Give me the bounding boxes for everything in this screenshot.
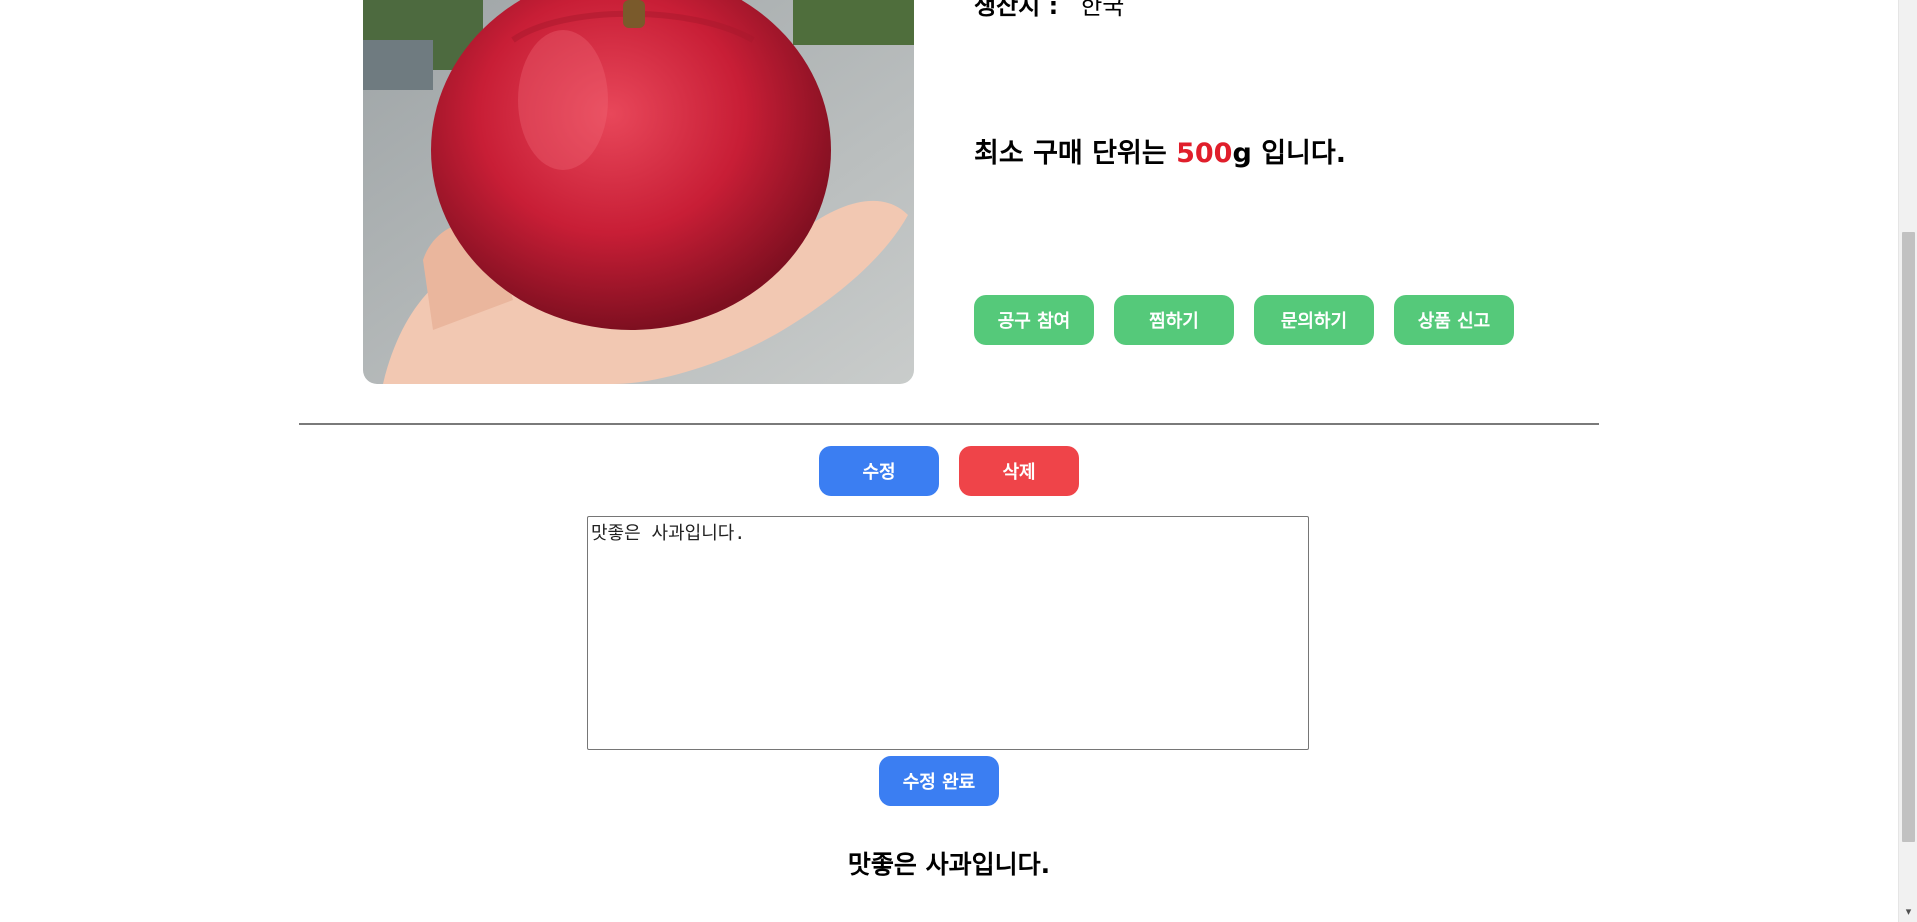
origin-row: 생산지 : 한국 (974, 0, 1124, 21)
wishlist-button[interactable]: 찜하기 (1114, 295, 1234, 345)
scroll-down-arrow-icon[interactable]: ▾ (1903, 906, 1914, 917)
description-edit-textarea[interactable]: 맛좋은 사과입니다. (587, 516, 1309, 750)
edit-complete-button[interactable]: 수정 완료 (879, 756, 999, 806)
min-unit-amount: 500 (1176, 138, 1233, 169)
product-description: 맛좋은 사과입니다. (847, 850, 1051, 879)
edit-button[interactable]: 수정 (819, 446, 939, 496)
delete-button[interactable]: 삭제 (959, 446, 1079, 496)
origin-value: 한국 (1080, 0, 1125, 20)
scrollbar-thumb[interactable] (1902, 232, 1915, 842)
origin-label: 생산지 : (974, 0, 1059, 20)
group-buy-button[interactable]: 공구 참여 (974, 295, 1094, 345)
inquiry-button[interactable]: 문의하기 (1254, 295, 1374, 345)
product-image (363, 0, 914, 384)
report-button[interactable]: 상품 신고 (1394, 295, 1514, 345)
admin-buttons: 수정 삭제 (819, 446, 1079, 496)
vertical-scrollbar[interactable]: ▾ (1898, 0, 1917, 922)
min-unit-prefix: 최소 구매 단위는 (974, 138, 1177, 169)
minimum-purchase-unit: 최소 구매 단위는 500g 입니다. (974, 131, 1346, 170)
product-action-buttons: 공구 참여 찜하기 문의하기 상품 신고 (974, 295, 1514, 345)
product-detail-page: 생산지 : 한국 최소 구매 단위는 500g 입니다. 공구 참여 찜하기 문의… (0, 0, 1917, 922)
section-divider (299, 423, 1599, 425)
min-unit-suffix: g 입니다. (1232, 138, 1346, 169)
